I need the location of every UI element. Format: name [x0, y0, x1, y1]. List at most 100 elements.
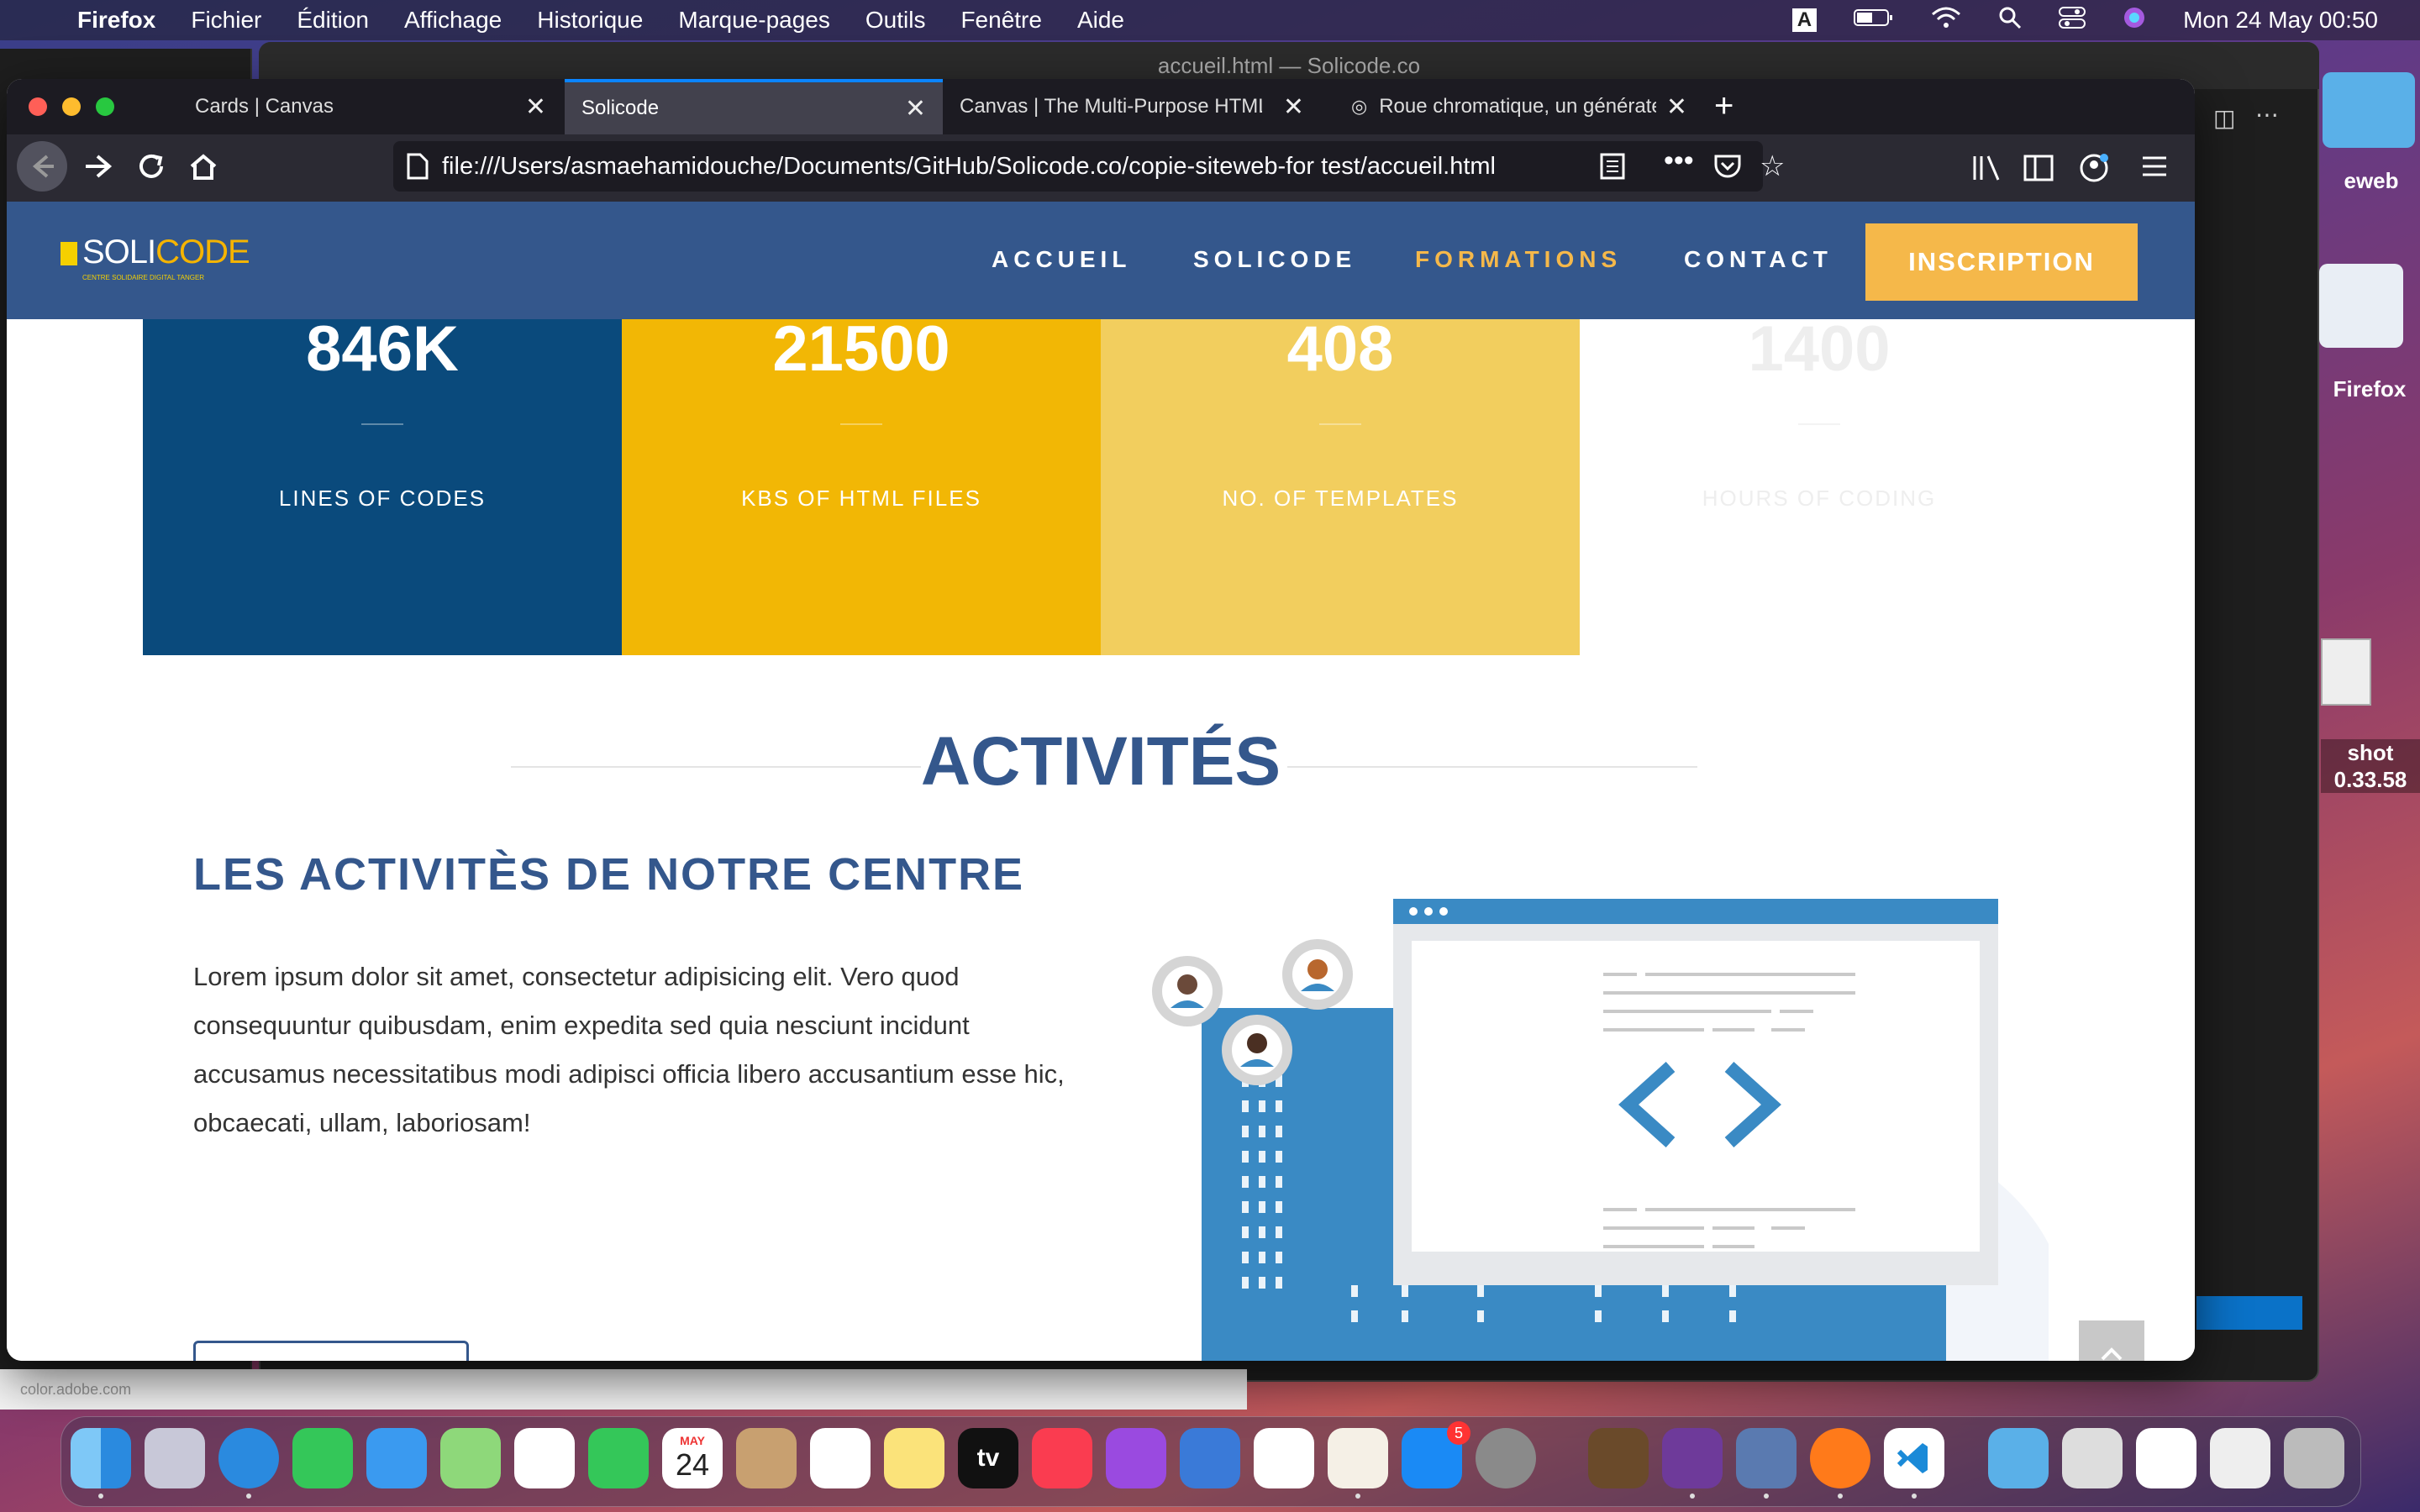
account-icon[interactable]	[2079, 153, 2109, 191]
messages-icon[interactable]	[292, 1428, 353, 1488]
reload-icon[interactable]	[134, 150, 168, 191]
close-tab-icon[interactable]: ✕	[525, 92, 546, 122]
hamburger-menu-icon[interactable]	[2141, 153, 2168, 187]
bookmark-star-icon[interactable]: ☆	[1760, 150, 1785, 183]
color-site-url: color.adobe.com	[20, 1381, 132, 1398]
page-actions-icon[interactable]: •••	[1664, 144, 1694, 177]
nav-link-accueil[interactable]: ACCUEIL	[992, 246, 1131, 273]
solicode-logo[interactable]: SOLICODE CENTRE SOLIDAIRE DIGITAL TANGER	[60, 234, 250, 292]
code-window-illustration	[1393, 899, 1998, 1285]
downloads-stack-icon[interactable]	[2062, 1428, 2123, 1488]
trash-icon[interactable]	[2284, 1428, 2344, 1488]
numbers-icon[interactable]	[1254, 1428, 1314, 1488]
activities-subtitle: LES ACTIVITÈS DE NOTRE CENTRE	[193, 849, 1025, 900]
firefox-icon[interactable]	[1810, 1428, 1870, 1488]
wifi-icon[interactable]	[1931, 6, 1961, 35]
close-tab-icon[interactable]: ✕	[1283, 92, 1304, 122]
calendar-icon[interactable]: MAY 24	[662, 1428, 723, 1488]
new-tab-icon[interactable]: +	[1714, 87, 1733, 125]
spotlight-search-icon[interactable]	[1998, 6, 2022, 35]
pages-icon[interactable]	[1328, 1428, 1388, 1488]
input-source-indicator[interactable]: A	[1791, 8, 1818, 32]
apple-tv-icon[interactable]: tv	[958, 1428, 1018, 1488]
menu-item-fenetre[interactable]: Fenêtre	[960, 7, 1042, 34]
firefox-installer-icon[interactable]	[2319, 264, 2403, 348]
contacts-icon[interactable]	[736, 1428, 797, 1488]
editor-minimap[interactable]	[2196, 176, 2314, 1294]
menu-item-aide[interactable]: Aide	[1077, 7, 1124, 34]
stat-card-templates: 408 NO. OF TEMPLATES	[1101, 313, 1580, 655]
running-indicator	[98, 1494, 103, 1499]
url-bar[interactable]: file:///Users/asmaehamidouche/Documents/…	[393, 141, 1785, 192]
menu-item-historique[interactable]: Historique	[537, 7, 643, 34]
activities-read-more-button[interactable]	[193, 1341, 469, 1361]
control-center-icon[interactable]	[2059, 6, 2086, 35]
editor-more-icon[interactable]: ⋯	[2255, 101, 2279, 129]
minimize-window-button[interactable]	[62, 97, 81, 116]
stat-label: NO. OF TEMPLATES	[1222, 486, 1459, 511]
close-tab-icon[interactable]: ✕	[905, 94, 926, 123]
tab-cards-canvas[interactable]: Cards | Canvas ✕	[178, 79, 563, 134]
tab-canvas-html5[interactable]: Canvas | The Multi-Purpose HTML5 ✕	[943, 79, 1321, 134]
screenshot-file-icon[interactable]	[2321, 638, 2371, 706]
nav-link-contact[interactable]: CONTACT	[1684, 246, 1833, 273]
library-icon[interactable]	[1971, 153, 2002, 191]
close-tab-icon[interactable]: ✕	[1666, 92, 1687, 122]
facetime-icon[interactable]	[588, 1428, 649, 1488]
reader-view-icon[interactable]	[1600, 153, 1625, 186]
logo-subtitle: CENTRE SOLIDAIRE DIGITAL TANGER	[82, 274, 205, 281]
page-icon	[407, 153, 429, 186]
nav-link-formations[interactable]: FORMATIONS	[1415, 246, 1622, 273]
safari-icon[interactable]	[218, 1428, 279, 1488]
tab-label: Solicode	[581, 97, 660, 119]
menu-item-marque-pages[interactable]: Marque-pages	[678, 7, 830, 34]
home-icon[interactable]	[187, 150, 220, 191]
logo-mark-icon	[60, 242, 77, 265]
podcasts-icon[interactable]	[1106, 1428, 1166, 1488]
menu-item-edition[interactable]: Édition	[297, 7, 369, 34]
menu-item-outils[interactable]: Outils	[865, 7, 926, 34]
github-desktop-icon[interactable]	[1662, 1428, 1723, 1488]
folder-icon[interactable]	[2323, 72, 2415, 148]
maps-icon[interactable]	[440, 1428, 501, 1488]
menubar-clock[interactable]: Mon 24 May 00:50	[2183, 7, 2378, 34]
scroll-to-top-button[interactable]	[2079, 1320, 2144, 1361]
inscription-button[interactable]: INSCRIPTION	[1865, 223, 2138, 301]
launchpad-icon[interactable]	[145, 1428, 205, 1488]
editor-split-icon[interactable]: ◫	[2213, 104, 2235, 132]
tv-label: tv	[976, 1444, 1000, 1472]
close-window-button[interactable]	[29, 97, 47, 116]
system-preferences-icon[interactable]	[1476, 1428, 1536, 1488]
finder-icon[interactable]	[71, 1428, 131, 1488]
running-indicator	[1912, 1494, 1917, 1499]
forward-icon[interactable]	[81, 150, 114, 191]
siri-icon[interactable]	[2123, 6, 2146, 35]
tab-roue-chromatique[interactable]: ◎ Roue chromatique, un générate ✕	[1334, 79, 1704, 134]
pocket-icon[interactable]	[1714, 153, 1741, 185]
macos-menubar: Firefox Fichier Édition Affichage Histor…	[0, 0, 2420, 40]
stat-card-lines-of-codes: 846K LINES OF CODES	[143, 313, 622, 655]
battery-icon[interactable]	[1854, 7, 1894, 34]
url-text[interactable]: file:///Users/asmaehamidouche/Documents/…	[442, 153, 1496, 181]
keynote-icon[interactable]	[1180, 1428, 1240, 1488]
tab-solicode[interactable]: Solicode ✕	[565, 79, 943, 134]
documents-stack-icon[interactable]	[2210, 1428, 2270, 1488]
notes-icon[interactable]	[884, 1428, 944, 1488]
sidebar-icon[interactable]	[2023, 153, 2054, 191]
applications-folder-icon[interactable]	[1988, 1428, 2049, 1488]
nav-link-solicode[interactable]: SOLICODE	[1193, 246, 1356, 273]
music-icon[interactable]	[1032, 1428, 1092, 1488]
photos-icon[interactable]	[514, 1428, 575, 1488]
reminders-icon[interactable]	[810, 1428, 871, 1488]
zoom-window-button[interactable]	[96, 97, 114, 116]
menu-app-name[interactable]: Firefox	[77, 7, 155, 34]
desktop-item-label: eweb	[2344, 168, 2399, 193]
mail-icon[interactable]	[366, 1428, 427, 1488]
screenshot-stack-icon[interactable]	[2136, 1428, 2196, 1488]
garageband-icon[interactable]	[1588, 1428, 1649, 1488]
vscode-icon[interactable]	[1884, 1428, 1944, 1488]
menu-item-fichier[interactable]: Fichier	[191, 7, 261, 34]
menu-item-affichage[interactable]: Affichage	[404, 7, 502, 34]
preview-icon[interactable]	[1736, 1428, 1797, 1488]
back-button[interactable]	[17, 141, 67, 192]
